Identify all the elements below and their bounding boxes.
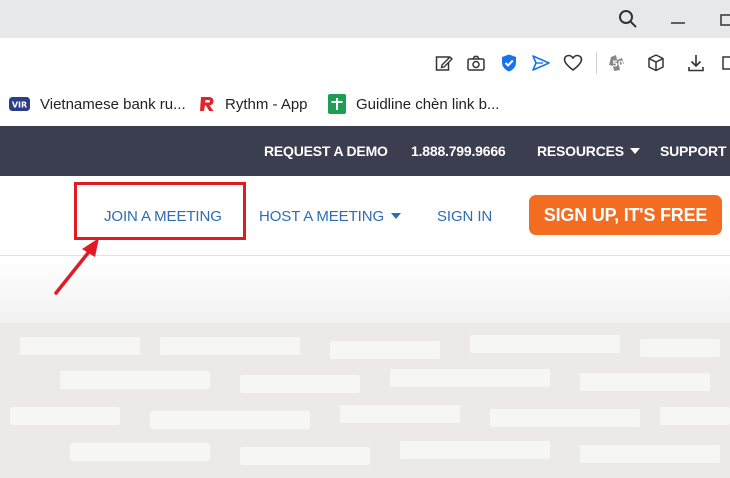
bookmark-item-rythm[interactable]: Rythm - App <box>199 88 308 120</box>
browser-title-bar <box>0 0 730 38</box>
bookmark-label: Rythm - App <box>225 95 308 113</box>
cube-icon[interactable] <box>644 51 668 75</box>
edit-icon[interactable] <box>432 51 456 75</box>
chevron-down-icon <box>391 213 402 219</box>
bookmark-label: Vietnamese bank ru... <box>40 95 186 113</box>
vir-icon: VIR <box>9 97 30 111</box>
bookmark-label: Guidline chèn link b... <box>356 95 500 113</box>
request-demo-link[interactable]: REQUEST A DEMO <box>264 126 388 176</box>
svg-text:VIR: VIR <box>12 100 27 109</box>
svg-text:50: 50 <box>612 60 624 69</box>
screenshot-icon[interactable] <box>718 51 730 75</box>
browser-toolbar: 50 <box>0 38 730 88</box>
sign-in-link[interactable]: SIGN IN <box>437 176 492 256</box>
shield-icon[interactable] <box>497 51 521 75</box>
camera-icon[interactable] <box>464 51 488 75</box>
chevron-down-icon <box>629 148 640 154</box>
rythm-logo-icon <box>199 96 215 112</box>
download-icon[interactable] <box>684 51 708 75</box>
bookmark-item-guideline[interactable]: Guidline chèn link b... <box>328 88 499 120</box>
host-meeting-menu[interactable]: HOST A MEETING <box>259 176 402 256</box>
hero-background <box>0 323 730 478</box>
search-icon[interactable] <box>608 0 648 38</box>
send-icon[interactable] <box>529 51 553 75</box>
signup-button[interactable]: SIGN UP, IT'S FREE <box>529 195 722 235</box>
support-link[interactable]: SUPPORT <box>660 126 726 176</box>
maximize-icon[interactable] <box>706 0 730 38</box>
toolbar-separator <box>596 52 597 74</box>
host-meeting-label: HOST A MEETING <box>259 207 385 225</box>
extension-icon[interactable]: 50 <box>606 51 630 75</box>
resources-label: RESOURCES <box>537 143 624 159</box>
google-sheets-icon <box>328 94 346 114</box>
site-top-bar: REQUEST A DEMO 1.888.799.9666 RESOURCES … <box>0 126 730 176</box>
bookmarks-bar: VIR Vietnamese bank ru... Rythm - App Gu… <box>0 88 730 126</box>
bookmark-item-vietnamese-bank[interactable]: VIR Vietnamese bank ru... <box>9 88 186 120</box>
heart-icon[interactable] <box>561 51 585 75</box>
join-meeting-link[interactable]: JOIN A MEETING <box>104 176 222 256</box>
minimize-icon[interactable] <box>658 0 698 38</box>
resources-menu[interactable]: RESOURCES <box>537 126 640 176</box>
hero-gradient <box>0 257 730 323</box>
phone-number-link[interactable]: 1.888.799.9666 <box>411 126 506 176</box>
